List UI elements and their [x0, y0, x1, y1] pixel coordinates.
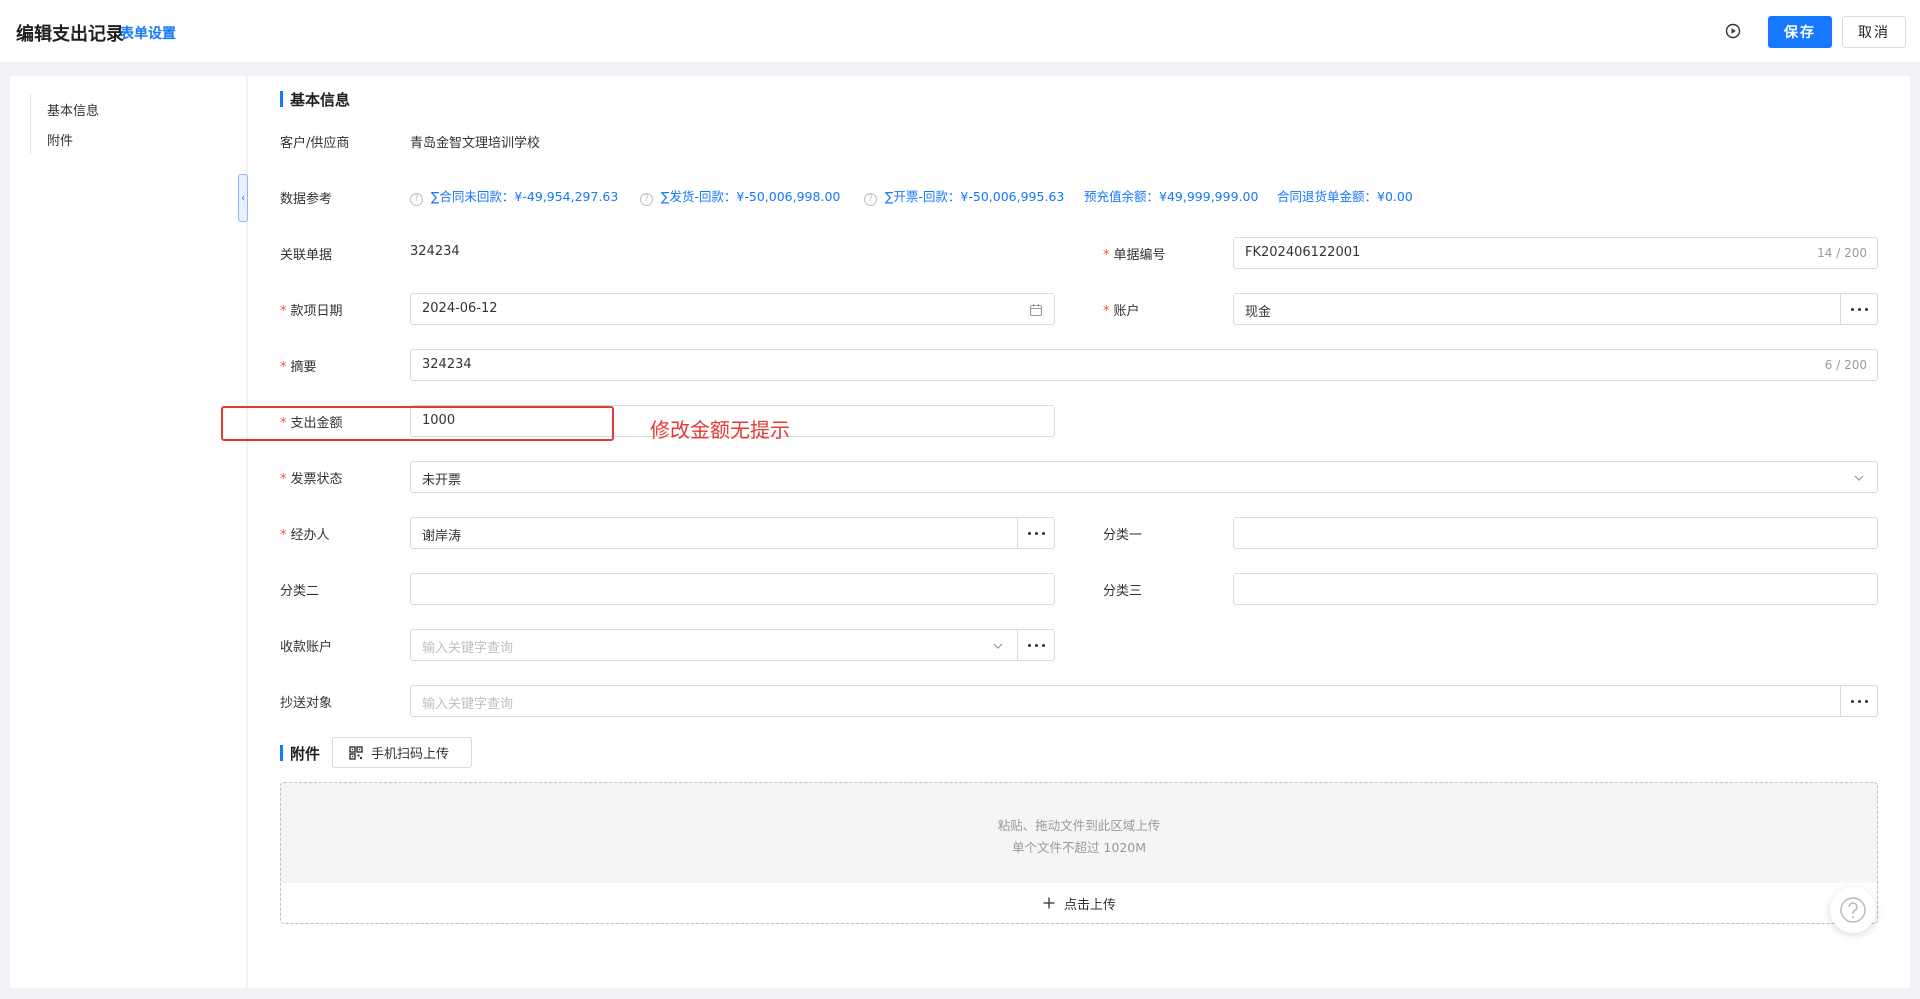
category2-field[interactable] — [410, 573, 1055, 605]
payment-date-label: * 款项日期 — [280, 304, 343, 319]
save-button[interactable]: 保存 — [1768, 16, 1832, 48]
payment-date-value: 2024-06-12 — [422, 301, 498, 316]
data-ref-return-amount[interactable]: 合同退货单金额：¥0.00 — [1277, 186, 1413, 205]
section-title-basic-info: 基本信息 — [280, 89, 350, 110]
handler-more-button[interactable] — [1017, 517, 1055, 549]
summary-label: * 摘要 — [280, 360, 317, 375]
doc-no-field[interactable]: FK202406122001 14 / 200 — [1233, 237, 1878, 269]
data-ref-contract-unpaid[interactable]: ? ∑合同未回款：¥-49,954,297.63 — [410, 186, 618, 206]
chevron-down-icon — [993, 643, 1003, 649]
account-label: * 账户 — [1103, 304, 1140, 319]
payment-date-picker[interactable]: 2024-06-12 — [410, 293, 1055, 325]
handler-label: * 经办人 — [280, 528, 330, 543]
doc-no-value: FK202406122001 — [1245, 245, 1361, 260]
category3-field[interactable] — [1233, 573, 1878, 605]
chevron-down-icon — [1854, 475, 1864, 481]
more-dots-icon — [1850, 699, 1854, 703]
plus-icon — [1043, 897, 1055, 909]
cancel-button[interactable]: 取消 — [1842, 16, 1906, 48]
doc-no-char-count: 14 / 200 — [1817, 246, 1867, 260]
qr-upload-button[interactable]: 手机扫码上传 — [332, 737, 472, 768]
form-setting-link[interactable]: 表单设置 — [120, 23, 176, 43]
sidebar-item-attachments[interactable]: 附件 — [47, 130, 73, 149]
qr-code-icon — [349, 745, 363, 760]
invoice-status-value: 未开票 — [422, 473, 462, 488]
category1-field[interactable] — [1233, 517, 1878, 549]
chevron-left-icon: ‹ — [241, 192, 245, 204]
category2-label: 分类二 — [280, 584, 320, 599]
account-more-button[interactable] — [1840, 293, 1878, 325]
summary-char-count: 6 / 200 — [1824, 358, 1867, 372]
click-upload-button[interactable]: 点击上传 — [281, 883, 1877, 923]
play-circle-icon[interactable] — [1725, 23, 1741, 39]
handler-value: 谢岸涛 — [422, 529, 462, 544]
sidebar-item-basic-info[interactable]: 基本信息 — [47, 100, 99, 119]
payee-account-select[interactable]: 输入关键字查询 — [410, 629, 1055, 661]
question-icon: ? — [410, 193, 423, 206]
payee-account-label: 收款账户 — [280, 640, 333, 655]
more-dots-icon — [1850, 307, 1854, 311]
invoice-status-select[interactable]: 未开票 — [410, 461, 1878, 493]
data-ref-prepaid-balance[interactable]: 预充值余额：¥49,999,999.00 — [1084, 186, 1258, 205]
account-value: 现金 — [1245, 305, 1272, 320]
category3-label: 分类三 — [1103, 584, 1143, 599]
customer-value: 青岛金智文理培训学校 — [410, 136, 541, 151]
payee-account-more-button[interactable] — [1017, 629, 1055, 661]
cc-field[interactable]: 输入关键字查询 — [410, 685, 1878, 717]
upload-drop-zone[interactable]: 粘贴、拖动文件到此区域上传 单个文件不超过 1020M 点击上传 — [280, 782, 1878, 924]
invoice-status-label: * 发票状态 — [280, 472, 343, 487]
help-float-button[interactable] — [1830, 887, 1876, 933]
upload-hint-size: 单个文件不超过 1020M — [1011, 840, 1147, 855]
sidebar-collapse-toggle[interactable]: ‹ — [238, 174, 248, 222]
related-doc-label: 关联单据 — [280, 248, 333, 263]
section-title-attachments: 附件 — [280, 743, 320, 764]
page-title: 编辑支出记录 — [16, 24, 124, 45]
upload-hint-drag: 粘贴、拖动文件到此区域上传 — [997, 818, 1161, 833]
annotation-text: 修改金额无提示 — [650, 418, 790, 442]
handler-field[interactable]: 谢岸涛 — [410, 517, 1055, 549]
customer-label: 客户/供应商 — [280, 136, 350, 151]
more-dots-icon — [1027, 531, 1031, 535]
question-icon: ? — [640, 193, 653, 206]
doc-no-label: * 单据编号 — [1103, 248, 1166, 263]
data-ref-shipment-payment[interactable]: ? ∑发货-回款：¥-50,006,998.00 — [640, 186, 840, 206]
cc-more-button[interactable] — [1840, 685, 1878, 717]
cc-placeholder: 输入关键字查询 — [422, 697, 514, 712]
sidebar-nav-line — [30, 94, 31, 154]
summary-field[interactable]: 324234 6 / 200 — [410, 349, 1878, 381]
question-icon: ? — [864, 193, 877, 206]
annotation-highlight-box — [221, 406, 614, 441]
calendar-icon — [1030, 304, 1042, 316]
page-header: 编辑支出记录 表单设置 保存 取消 — [0, 0, 1920, 62]
summary-value: 324234 — [422, 357, 472, 372]
sidebar: 基本信息 附件 — [10, 76, 246, 988]
data-ref-label: 数据参考 — [280, 192, 333, 207]
payee-account-placeholder: 输入关键字查询 — [422, 641, 514, 656]
related-doc-value: 324234 — [410, 244, 460, 259]
qr-upload-label: 手机扫码上传 — [371, 747, 450, 762]
cc-label: 抄送对象 — [280, 696, 333, 711]
account-field[interactable]: 现金 — [1233, 293, 1878, 325]
more-dots-icon — [1027, 643, 1031, 647]
click-upload-label: 点击上传 — [1063, 897, 1116, 913]
question-circle-icon — [1840, 897, 1866, 923]
category1-label: 分类一 — [1103, 528, 1143, 543]
data-ref-invoice-payment[interactable]: ? ∑开票-回款：¥-50,006,995.63 — [864, 186, 1064, 206]
